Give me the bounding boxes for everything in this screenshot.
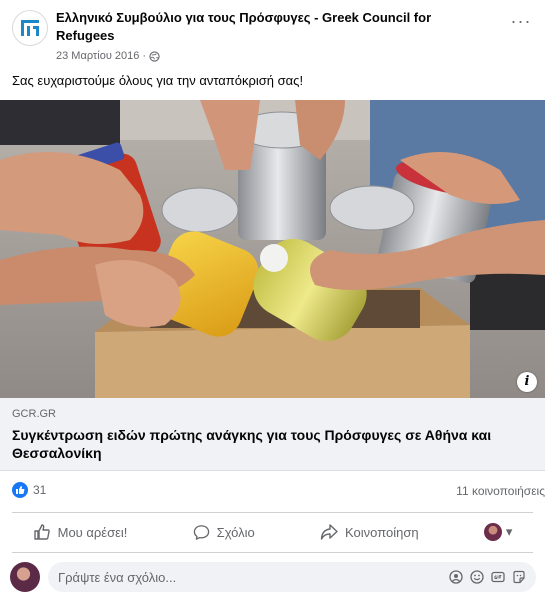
comment-composer: Γράψτε ένα σχόλιο... (0, 558, 545, 596)
comment-icon (193, 524, 209, 540)
meta-separator: · (142, 50, 147, 62)
post-meta: 23 Μαρτίου 2016 · (56, 49, 160, 63)
like-label: Μου αρέσει! (57, 524, 128, 540)
globe-icon (149, 50, 160, 62)
link-domain: GCR.GR (12, 408, 56, 420)
post-date[interactable]: 23 Μαρτίου 2016 (56, 49, 139, 63)
avatar-sticker-icon[interactable] (449, 570, 463, 584)
comment-button[interactable]: Σχόλιο (183, 520, 265, 545)
comment-tools (449, 570, 526, 584)
share-button[interactable]: Κοινοποίηση (310, 519, 429, 545)
more-options-button[interactable]: ··· (509, 11, 533, 34)
comment-label: Σχόλιο (216, 524, 255, 540)
comment-input[interactable]: Γράψτε ένα σχόλιο... (48, 562, 536, 592)
share-icon (320, 524, 338, 540)
photo-info-button[interactable]: i (517, 372, 537, 392)
chevron-down-icon: ▾ (505, 524, 513, 539)
like-button[interactable]: Μου αρέσει! (23, 519, 138, 545)
more-options-icon: ··· (510, 11, 532, 31)
page-logo[interactable] (12, 10, 48, 46)
reaction-summary[interactable]: 31 (12, 482, 46, 498)
comment-placeholder: Γράψτε ένα σχόλιο... (58, 569, 177, 585)
link-title[interactable]: Συγκέντρωση ειδών πρώτης ανάγκης για του… (12, 426, 537, 462)
info-icon: i (524, 374, 530, 389)
sticker-icon[interactable] (512, 570, 526, 584)
page-name-link[interactable]: Ελληνικό Συμβούλιο για τους Πρόσφυγες - … (56, 9, 476, 45)
react-as-selector[interactable]: ▾ (474, 519, 523, 545)
link-preview[interactable]: GCR.GR Συγκέντρωση ειδών πρώτης ανάγκης … (0, 398, 545, 471)
post-text: Σας ευχαριστούμε όλους για την ανταπόκρι… (12, 73, 304, 88)
like-reaction-icon (12, 482, 28, 498)
stats-divider (12, 512, 533, 513)
thumbs-up-icon (33, 524, 50, 540)
user-avatar[interactable] (10, 562, 40, 592)
post-photo[interactable]: i (0, 100, 545, 398)
share-label: Κοινοποίηση (345, 524, 419, 540)
post-header: Ελληνικό Συμβούλιο για τους Πρόσφυγες - … (0, 0, 545, 72)
action-bar: Μου αρέσει! Σχόλιο Κοινοποίηση ▾ (0, 514, 545, 550)
like-count: 31 (33, 483, 47, 497)
avatar (483, 523, 502, 541)
food-donation-photo (0, 100, 545, 398)
gcr-logo-icon (21, 20, 39, 36)
share-count[interactable]: 11 κοινοποιήσεις (456, 484, 545, 498)
emoji-icon[interactable] (470, 570, 484, 584)
actions-divider (12, 552, 533, 553)
gif-icon[interactable] (491, 570, 505, 584)
